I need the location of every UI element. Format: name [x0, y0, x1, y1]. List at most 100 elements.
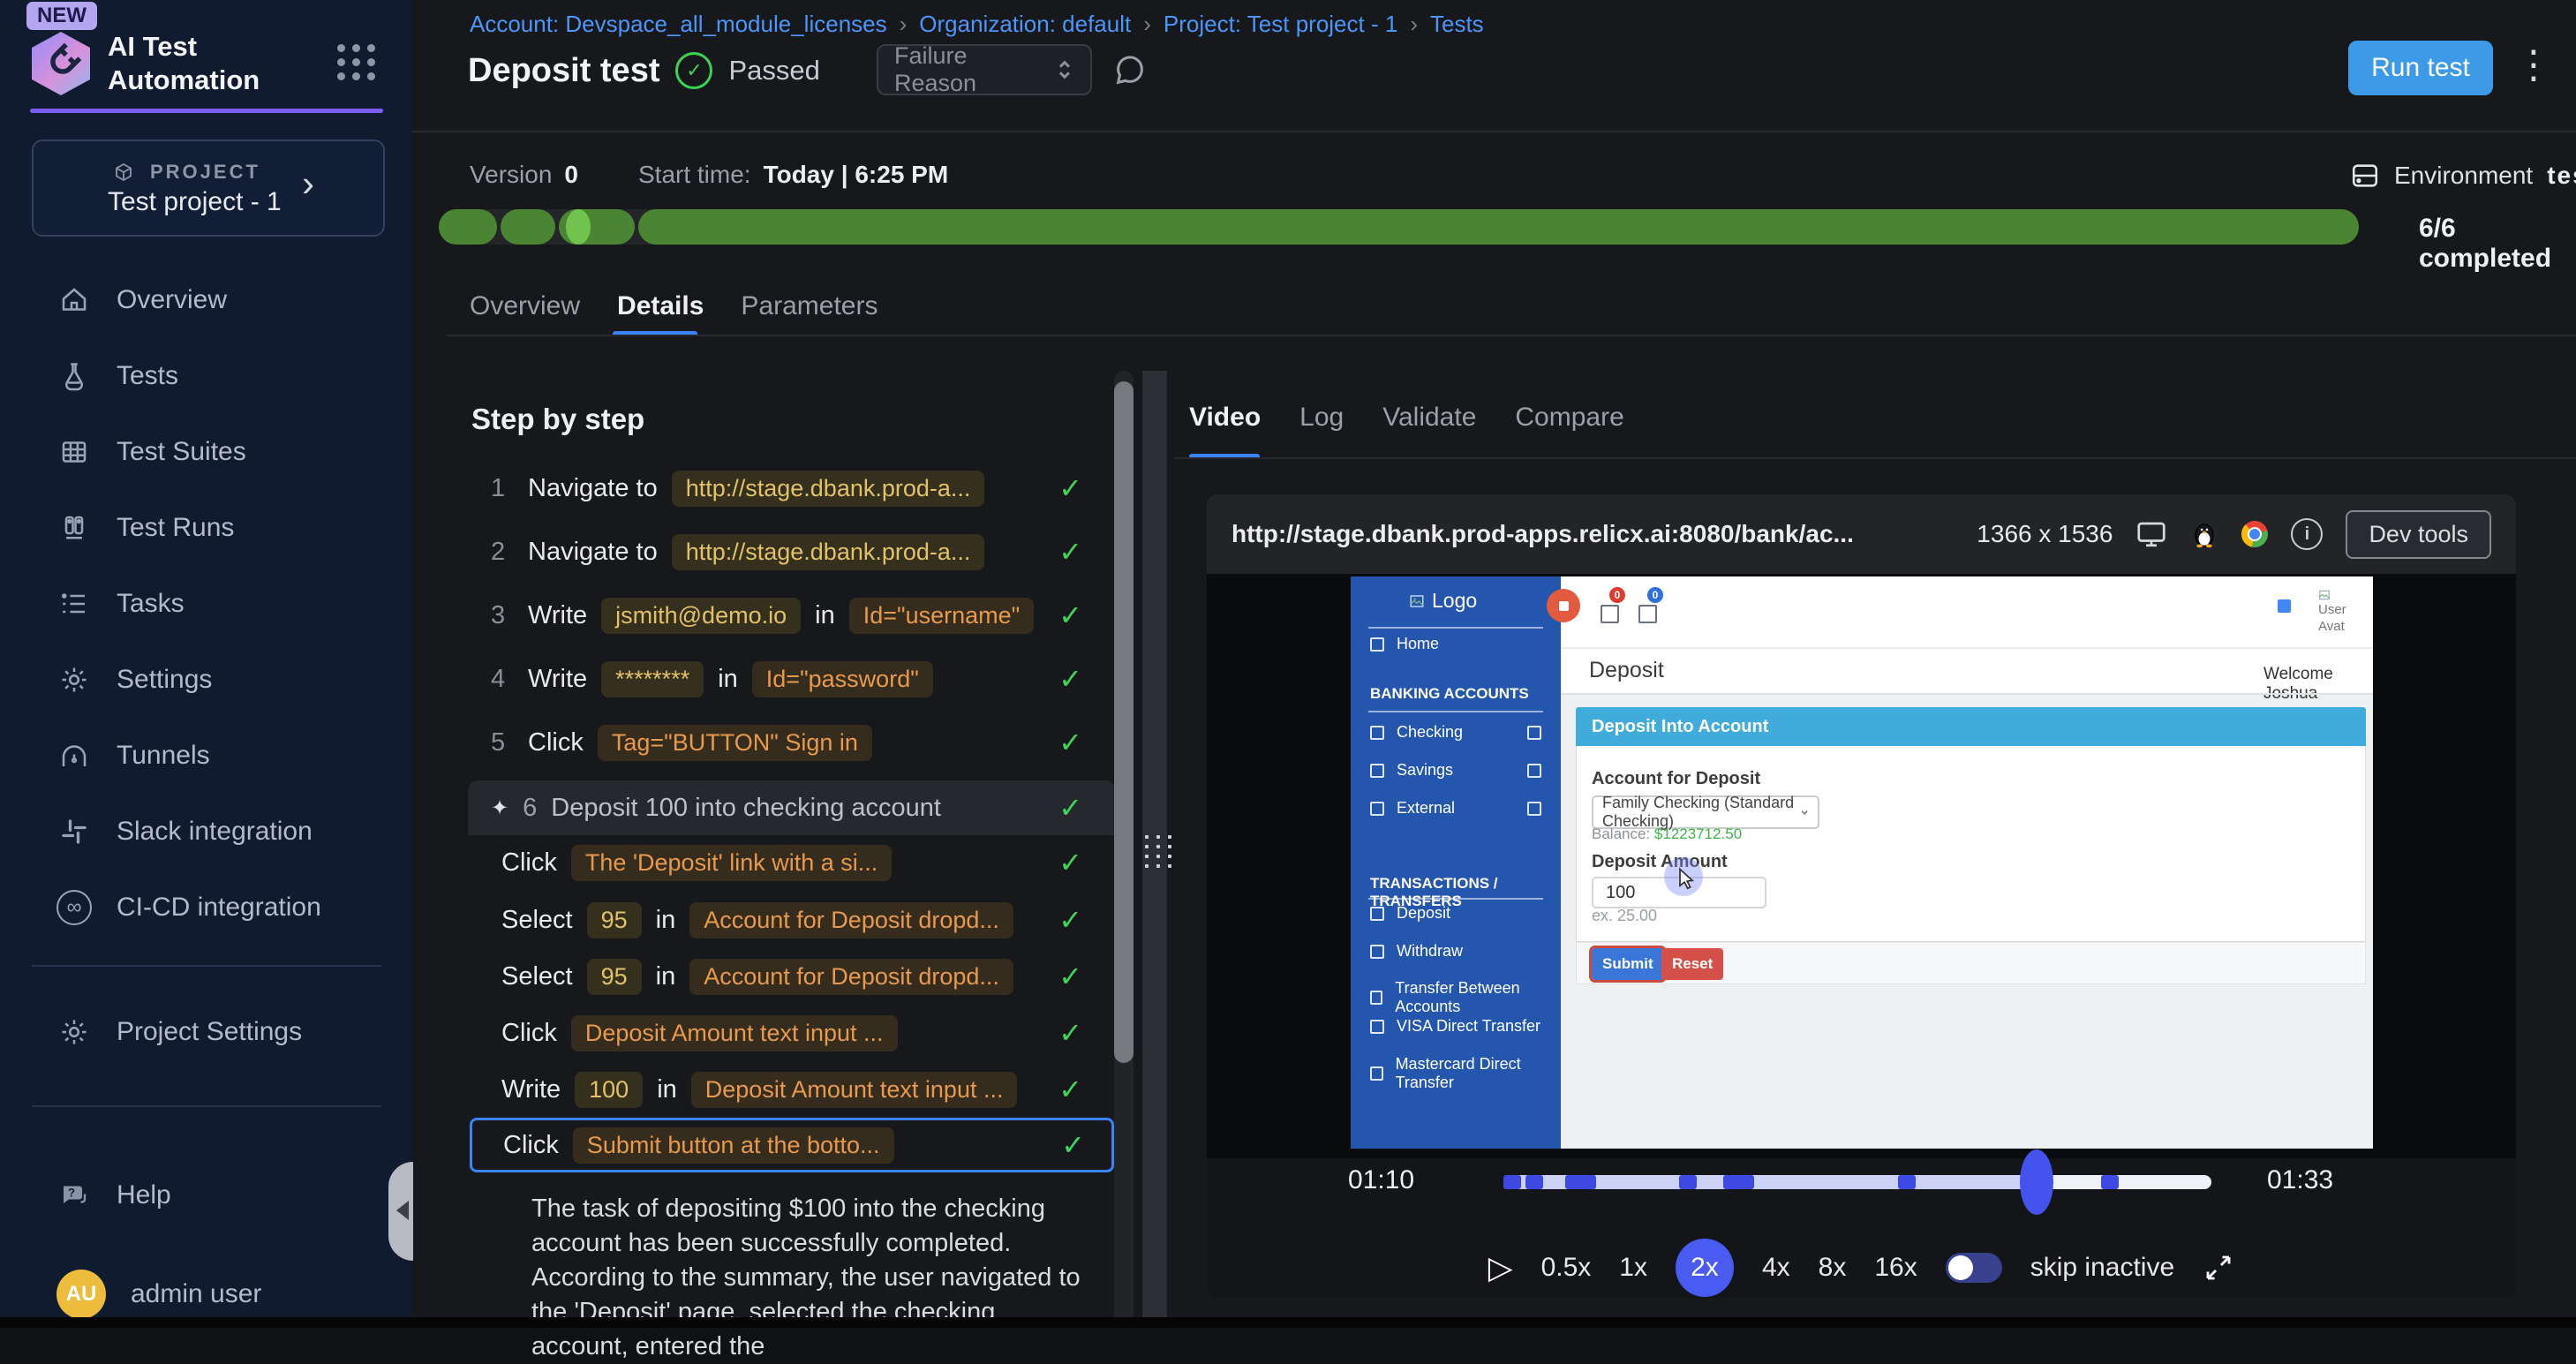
substep-row-6-selected[interactable]: Click Submit button at the botto... ✓	[470, 1118, 1114, 1172]
speed-0.5x[interactable]: 0.5x	[1541, 1253, 1592, 1283]
progress-completed-count: 6/6 completed	[2419, 214, 2576, 274]
sidebar-item-help[interactable]: ? Help	[0, 1168, 411, 1223]
run-test-button[interactable]: Run test	[2348, 41, 2493, 95]
breadcrumb-tests[interactable]: Tests	[1430, 11, 1484, 38]
skip-inactive-toggle[interactable]	[1946, 1253, 2002, 1283]
bank-account-label: Account for Deposit	[1592, 769, 1760, 789]
bank-sidebar: Logo Home BANKING ACCOUNTS Checking Savi…	[1351, 576, 1561, 1149]
sidebar-item-tasks[interactable]: Tasks	[0, 576, 411, 631]
sidebar-item-test-runs[interactable]: Test Runs	[0, 501, 411, 555]
mouse-cursor-icon	[1674, 866, 1699, 891]
window-icon	[1638, 605, 1657, 623]
progress-highlight	[566, 209, 591, 245]
step-value-chip: http://stage.dbank.prod-a...	[672, 471, 985, 507]
speed-8x[interactable]: 8x	[1819, 1253, 1847, 1283]
step-summary-text: The task of depositing $100 into the che…	[531, 1192, 1093, 1364]
tunnel-icon	[56, 740, 92, 772]
environment-info: Environment test	[2350, 161, 2576, 191]
video-tabs-divider	[1174, 457, 2576, 459]
bank-nav-mastercard: Mastercard Direct Transfer	[1370, 1055, 1561, 1092]
step-target-chip: Id="username"	[849, 598, 1035, 634]
breadcrumb-project[interactable]: Project: Test project - 1	[1164, 11, 1397, 38]
video-panel-tabs: Video Log Validate Compare	[1189, 403, 1624, 433]
substep-row-2[interactable]: Select 95 in Account for Deposit dropd..…	[468, 893, 1116, 946]
gear-icon	[56, 1016, 92, 1048]
substep-row-1[interactable]: Click The 'Deposit' link with a si... ✓	[468, 836, 1116, 889]
steps-scrollbar-thumb[interactable]	[1114, 381, 1134, 1063]
devtools-button[interactable]: Dev tools	[2346, 510, 2491, 559]
speed-2x-active[interactable]: 2x	[1676, 1239, 1734, 1297]
step-check-icon: ✓	[1058, 1016, 1082, 1050]
step-row-5[interactable]: 5 Click Tag="BUTTON" Sign in ✓	[468, 716, 1116, 769]
infinity-icon: ∞	[56, 890, 92, 925]
chevron-down-icon	[1800, 806, 1809, 818]
step-value-chip: 100	[575, 1072, 643, 1108]
step-target-chip: Submit button at the botto...	[573, 1127, 894, 1164]
bank-nav-home: Home	[1370, 635, 1439, 653]
step-check-icon: ✓	[1058, 960, 1082, 993]
tab-validate[interactable]: Validate	[1382, 403, 1476, 433]
step-value-chip: jsmith@demo.io	[601, 598, 801, 634]
substep-row-5[interactable]: Write 100 in Deposit Amount text input .…	[468, 1063, 1116, 1116]
gear-icon	[56, 664, 92, 696]
sidebar-bottom-divider	[32, 1105, 381, 1107]
speed-1x[interactable]: 1x	[1619, 1253, 1647, 1283]
breadcrumb-account[interactable]: Account: Devspace_all_module_licenses	[470, 11, 887, 38]
app-switcher-grid-icon[interactable]	[337, 44, 376, 80]
breadcrumb: Account: Devspace_all_module_licenses › …	[470, 11, 1484, 38]
environment-value: test	[2547, 162, 2576, 190]
step-value-chip: 95	[587, 959, 642, 995]
video-timeline[interactable]	[1503, 1175, 2211, 1189]
step-row-3[interactable]: 3 Write jsmith@demo.io in Id="username" …	[468, 589, 1116, 642]
comment-bubble-icon[interactable]	[1112, 53, 1148, 88]
step-group-header[interactable]: ✦ 6 Deposit 100 into checking account ✓	[468, 780, 1116, 835]
step-target-chip: Account for Deposit dropd...	[689, 959, 1013, 995]
play-icon[interactable]: ▷	[1488, 1249, 1513, 1286]
step-check-icon: ✓	[1058, 726, 1082, 759]
sidebar-item-slack-integration[interactable]: Slack integration	[0, 804, 411, 859]
tab-log[interactable]: Log	[1299, 403, 1344, 433]
window-icon	[1601, 605, 1619, 623]
step-row-2[interactable]: 2 Navigate to http://stage.dbank.prod-a.…	[468, 525, 1116, 578]
substep-row-4[interactable]: Click Deposit Amount text input ... ✓	[468, 1006, 1116, 1059]
speed-16x[interactable]: 16x	[1874, 1253, 1917, 1283]
sidebar-item-tests[interactable]: Tests	[0, 349, 411, 403]
substep-row-3[interactable]: Select 95 in Account for Deposit dropd..…	[468, 950, 1116, 1003]
svg-text:?: ?	[68, 1187, 75, 1200]
sidebar-item-settings[interactable]: Settings	[0, 652, 411, 707]
sidebar-item-test-suites[interactable]: Test Suites	[0, 425, 411, 479]
sidebar-item-project-settings[interactable]: Project Settings	[0, 1005, 411, 1059]
start-time-value: Today | 6:25 PM	[764, 161, 949, 189]
tab-compare[interactable]: Compare	[1515, 403, 1623, 433]
sidebar-divider	[32, 965, 381, 967]
tab-details[interactable]: Details	[617, 291, 704, 321]
failure-reason-select[interactable]: Failure Reason	[877, 44, 1092, 95]
timeline-thumb[interactable]	[2020, 1149, 2053, 1215]
steps-panel-title: Step by step	[471, 403, 644, 436]
info-icon[interactable]: i	[2291, 518, 2323, 550]
project-selector[interactable]: PROJECT Test project - 1 ›	[32, 139, 385, 237]
breadcrumb-organization[interactable]: Organization: default	[919, 11, 1131, 38]
tab-parameters[interactable]: Parameters	[741, 291, 877, 321]
step-check-icon: ✓	[1058, 535, 1082, 569]
splitter-drag-handle[interactable]	[1145, 835, 1173, 868]
progress-segment	[638, 209, 2359, 245]
speed-4x[interactable]: 4x	[1762, 1253, 1790, 1283]
tab-video[interactable]: Video	[1189, 403, 1261, 433]
tabs-divider	[446, 335, 2576, 336]
fullscreen-expand-icon[interactable]	[2203, 1252, 2234, 1284]
step-target-chip: Deposit Amount text input ...	[691, 1072, 1018, 1108]
step-row-4[interactable]: 4 Write ******** in Id="password" ✓	[468, 652, 1116, 705]
project-box-icon	[106, 162, 141, 183]
user-menu[interactable]: AU admin user	[0, 1267, 411, 1322]
step-check-icon: ✓	[1058, 903, 1082, 937]
step-check-icon: ✓	[1058, 1073, 1082, 1106]
bottom-strip	[0, 1317, 2576, 1328]
step-value-chip: ********	[601, 661, 704, 697]
sidebar-item-tunnels[interactable]: Tunnels	[0, 728, 411, 783]
step-row-1[interactable]: 1 Navigate to http://stage.dbank.prod-a.…	[468, 462, 1116, 515]
tab-overview[interactable]: Overview	[470, 291, 580, 321]
kebab-menu-icon[interactable]: ⋮	[2514, 42, 2553, 87]
sidebar-item-overview[interactable]: Overview	[0, 273, 411, 328]
sidebar-item-cicd-integration[interactable]: ∞ CI-CD integration	[0, 880, 411, 935]
